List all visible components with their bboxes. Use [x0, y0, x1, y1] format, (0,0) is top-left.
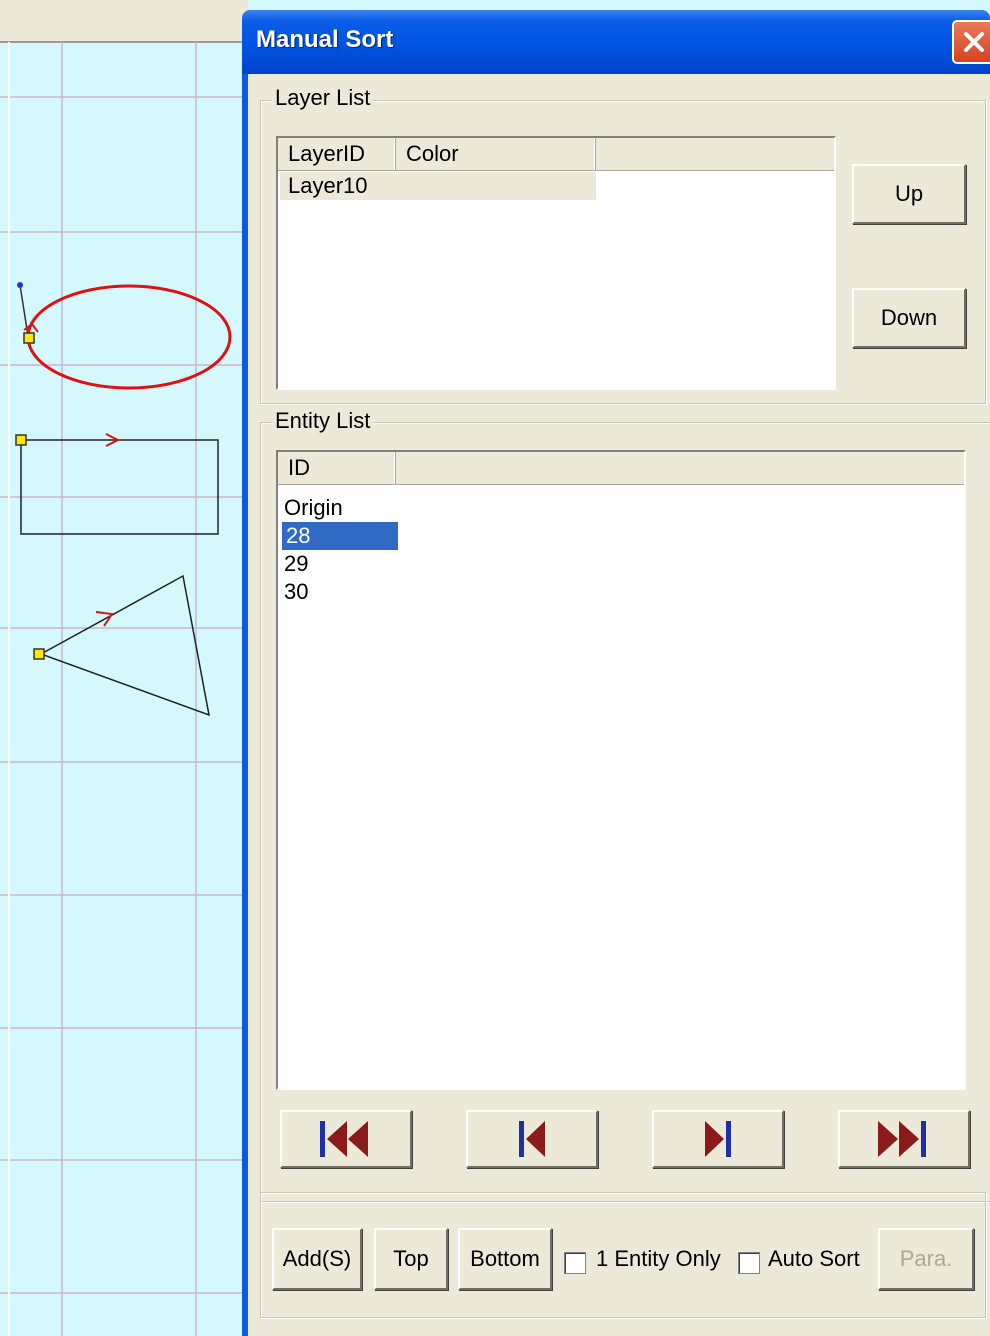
up-button[interactable]: Up [852, 164, 966, 224]
manual-sort-dialog: Manual Sort Layer List LayerID Color Lay… [242, 10, 990, 1336]
step-forward-icon [705, 1121, 731, 1157]
layer-list-view[interactable]: LayerID Color Layer10 [276, 136, 836, 390]
add-button[interactable]: Add(S) [272, 1228, 362, 1290]
skip-to-last-icon [878, 1121, 926, 1157]
auto-sort-label[interactable]: Auto Sort [768, 1246, 860, 1272]
one-entity-only-checkbox[interactable] [564, 1252, 586, 1274]
column-header-color[interactable]: Color [396, 138, 596, 170]
layer-row[interactable]: Layer10 [280, 172, 596, 200]
down-button-label: Down [880, 305, 938, 330]
close-button[interactable] [952, 20, 990, 64]
dialog-titlebar[interactable]: Manual Sort [242, 10, 990, 74]
entity-row-30[interactable]: 30 [284, 578, 308, 606]
drawing-canvas[interactable] [0, 0, 248, 1336]
para-button-label: Para. [899, 1246, 953, 1271]
move-previous-button[interactable] [466, 1110, 598, 1168]
close-icon [964, 32, 984, 52]
rectangle-entity [15, 433, 219, 535]
step-back-icon [519, 1121, 545, 1157]
add-button-label: Add(S) [282, 1246, 352, 1271]
move-to-first-button[interactable] [280, 1110, 412, 1168]
column-header-layerid[interactable]: LayerID [278, 138, 396, 170]
top-button[interactable]: Top [374, 1228, 448, 1290]
dialog-client-area: Layer List LayerID Color Layer10 Up Down… [248, 74, 990, 1336]
entity-list-view[interactable]: ID Origin 28 29 30 [276, 450, 966, 1090]
top-button-label: Top [393, 1246, 429, 1271]
bottom-button[interactable]: Bottom [458, 1228, 552, 1290]
skip-to-first-icon [320, 1121, 368, 1157]
entity-row-29[interactable]: 29 [284, 550, 308, 578]
triangle-entity [33, 574, 210, 717]
canvas-drawing[interactable] [0, 0, 248, 1336]
entity-list-group-label: Entity List [272, 408, 374, 434]
move-next-button[interactable] [652, 1110, 784, 1168]
column-header-id[interactable]: ID [278, 452, 396, 484]
entity-row-origin[interactable]: Origin [284, 494, 343, 522]
canvas-grid [0, 42, 248, 1336]
one-entity-only-label[interactable]: 1 Entity Only [596, 1246, 721, 1272]
canvas-toolbar-strip [0, 0, 248, 42]
layer-id-cell: Layer10 [288, 173, 368, 198]
ellipse-entity [17, 282, 232, 390]
entity-row-28-selected[interactable]: 28 [282, 522, 398, 550]
auto-sort-checkbox[interactable] [738, 1252, 760, 1274]
layer-list-group-label: Layer List [272, 85, 374, 111]
bottom-button-label: Bottom [470, 1246, 540, 1271]
entity-list-header: ID [278, 452, 964, 485]
down-button[interactable]: Down [852, 288, 966, 348]
dialog-title: Manual Sort [256, 26, 394, 53]
para-button[interactable]: Para. [878, 1228, 974, 1290]
layer-list-header: LayerID Color [278, 138, 834, 171]
move-to-last-button[interactable] [838, 1110, 970, 1168]
up-button-label: Up [894, 181, 924, 206]
